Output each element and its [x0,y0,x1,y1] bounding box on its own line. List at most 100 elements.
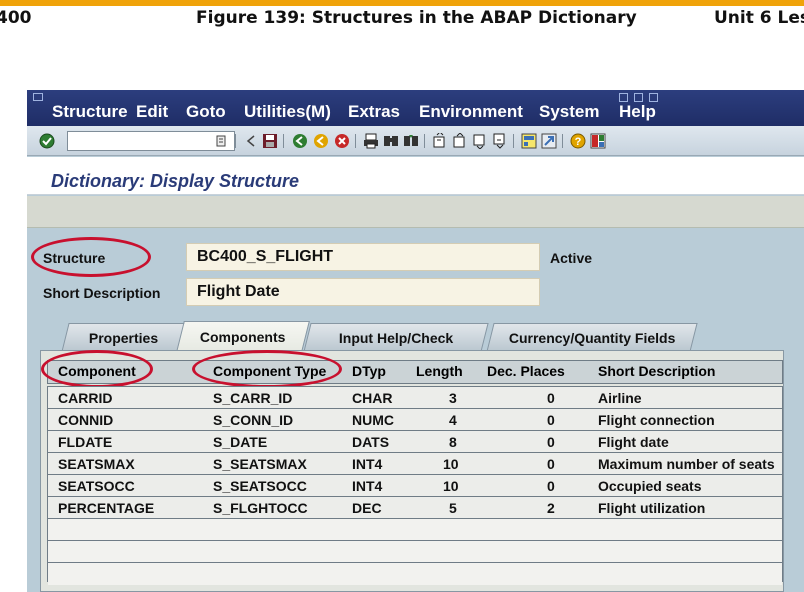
highlight-circle [192,350,342,388]
toolbar-separator [562,134,563,148]
system-menu-icon[interactable] [33,93,43,101]
standard-toolbar: ? [27,126,804,156]
highlight-circle [31,237,151,277]
cell-dtyp: DEC [352,500,382,516]
screen-titlebar: Dictionary: Display Structure [27,157,804,195]
cell-length: 10 [443,456,459,472]
table-row-empty[interactable] [48,541,782,563]
cell-dtyp: DATS [352,434,390,450]
layout-icon[interactable] [590,133,606,149]
last-page-icon[interactable] [492,133,508,149]
sap-window: Structure Edit Goto Utilities(M) Extras … [27,90,804,592]
menu-extras[interactable]: Extras [348,102,400,122]
cell-dec-places: 2 [547,500,555,516]
header-right-text: Unit 6 Les [714,8,804,28]
column-header-length[interactable]: Length [416,363,463,379]
help-icon[interactable]: ? [570,133,586,149]
cell-short-description: Flight connection [598,412,715,428]
cell-component: CARRID [58,390,113,406]
cell-length: 4 [449,412,457,428]
screen-title: Dictionary: Display Structure [51,171,300,191]
cell-component-type: S_FLGHTOCC [213,500,308,516]
figure-title: Figure 139: Structures in the ABAP Dicti… [196,8,637,28]
cell-component-type: S_CARR_ID [213,390,293,406]
menu-help[interactable]: Help [619,102,656,122]
short-description-field[interactable]: Flight Date [186,278,540,306]
cell-dtyp: INT4 [352,478,383,494]
command-field[interactable] [67,131,235,151]
table-row-empty[interactable] [48,563,782,585]
cell-dtyp: CHAR [352,390,393,406]
cell-dec-places: 0 [547,456,555,472]
menu-system[interactable]: System [539,102,599,122]
menu-environment[interactable]: Environment [419,102,523,122]
find-next-icon[interactable] [403,133,419,149]
cell-dec-places: 0 [547,390,555,406]
table-row[interactable]: SEATSMAX S_SEATSMAX INT4 10 0 Maximum nu… [48,453,782,475]
shortcut-icon[interactable] [541,133,557,149]
cancel-icon[interactable] [334,133,350,149]
cell-length: 8 [449,434,457,450]
cell-short-description: Airline [598,390,642,406]
page-header: 400 Figure 139: Structures in the ABAP D… [0,8,804,32]
cell-component: SEATSMAX [58,456,135,472]
table-row[interactable]: CONNID S_CONN_ID NUMC 4 0 Flight connect… [48,409,782,431]
close-icon[interactable] [649,93,658,102]
cell-component-type: S_SEATSOCC [213,478,307,494]
find-icon[interactable] [383,133,399,149]
table-header: Component Component Type DTyp Length Dec… [47,360,783,384]
first-page-icon[interactable] [432,133,448,149]
menu-goto[interactable]: Goto [186,102,226,122]
column-header-short-description[interactable]: Short Description [598,363,715,379]
header-left-text: 400 [0,8,32,28]
cell-short-description: Flight date [598,434,669,450]
cell-dec-places: 0 [547,412,555,428]
column-header-dtyp[interactable]: DTyp [352,363,386,379]
toolbar-separator [235,134,236,148]
minimize-icon[interactable] [619,93,628,102]
tab-components[interactable]: Components [176,321,310,352]
cell-dec-places: 0 [547,478,555,494]
save-icon[interactable] [262,133,278,149]
short-description-label: Short Description [43,285,161,301]
structure-field[interactable]: BC400_S_FLIGHT [186,243,540,271]
cell-short-description: Flight utilization [598,500,706,516]
cell-dec-places: 0 [547,434,555,450]
menubar: Structure Edit Goto Utilities(M) Extras … [27,90,804,126]
page-accent-bar [0,0,804,6]
menu-structure[interactable]: Structure [52,102,128,122]
cell-short-description: Maximum number of seats [598,456,775,472]
next-page-icon[interactable] [472,133,488,149]
table-row[interactable]: CARRID S_CARR_ID CHAR 3 0 Airline [48,387,782,409]
back-icon[interactable] [292,133,308,149]
print-icon[interactable] [363,133,379,149]
menu-utilities[interactable]: Utilities(M) [244,102,331,122]
table-row[interactable]: FLDATE S_DATE DATS 8 0 Flight date [48,431,782,453]
menu-edit[interactable]: Edit [136,102,168,122]
enter-icon[interactable] [39,133,55,149]
cell-component: FLDATE [58,434,113,450]
toolbar-separator [283,134,284,148]
table-row[interactable]: PERCENTAGE S_FLGHTOCC DEC 5 2 Flight uti… [48,497,782,519]
status-text: Active [550,250,593,266]
command-input[interactable] [68,132,234,150]
prev-page-icon[interactable] [452,133,468,149]
tab-input-help-check[interactable]: Input Help/Check [303,323,489,352]
tab-properties[interactable]: Properties [61,323,187,352]
cell-length: 10 [443,478,459,494]
table-row-empty[interactable] [48,519,782,541]
toolbar-separator [355,134,356,148]
command-history-icon[interactable] [215,134,227,148]
table-row[interactable]: SEATSOCC S_SEATSOCC INT4 10 0 Occupied s… [48,475,782,497]
structure-value: BC400_S_FLIGHT [197,248,334,265]
create-session-icon[interactable] [521,133,537,149]
maximize-icon[interactable] [634,93,643,102]
cell-dtyp: NUMC [352,412,394,428]
cell-short-description: Occupied seats [598,478,702,494]
column-header-dec-places[interactable]: Dec. Places [487,363,565,379]
cell-component: CONNID [58,412,114,428]
exit-icon[interactable] [313,133,329,149]
prev-arrow-icon[interactable] [243,133,259,149]
tab-currency-quantity-fields[interactable]: Currency/Quantity Fields [486,323,698,352]
toolbar-separator [424,134,425,148]
